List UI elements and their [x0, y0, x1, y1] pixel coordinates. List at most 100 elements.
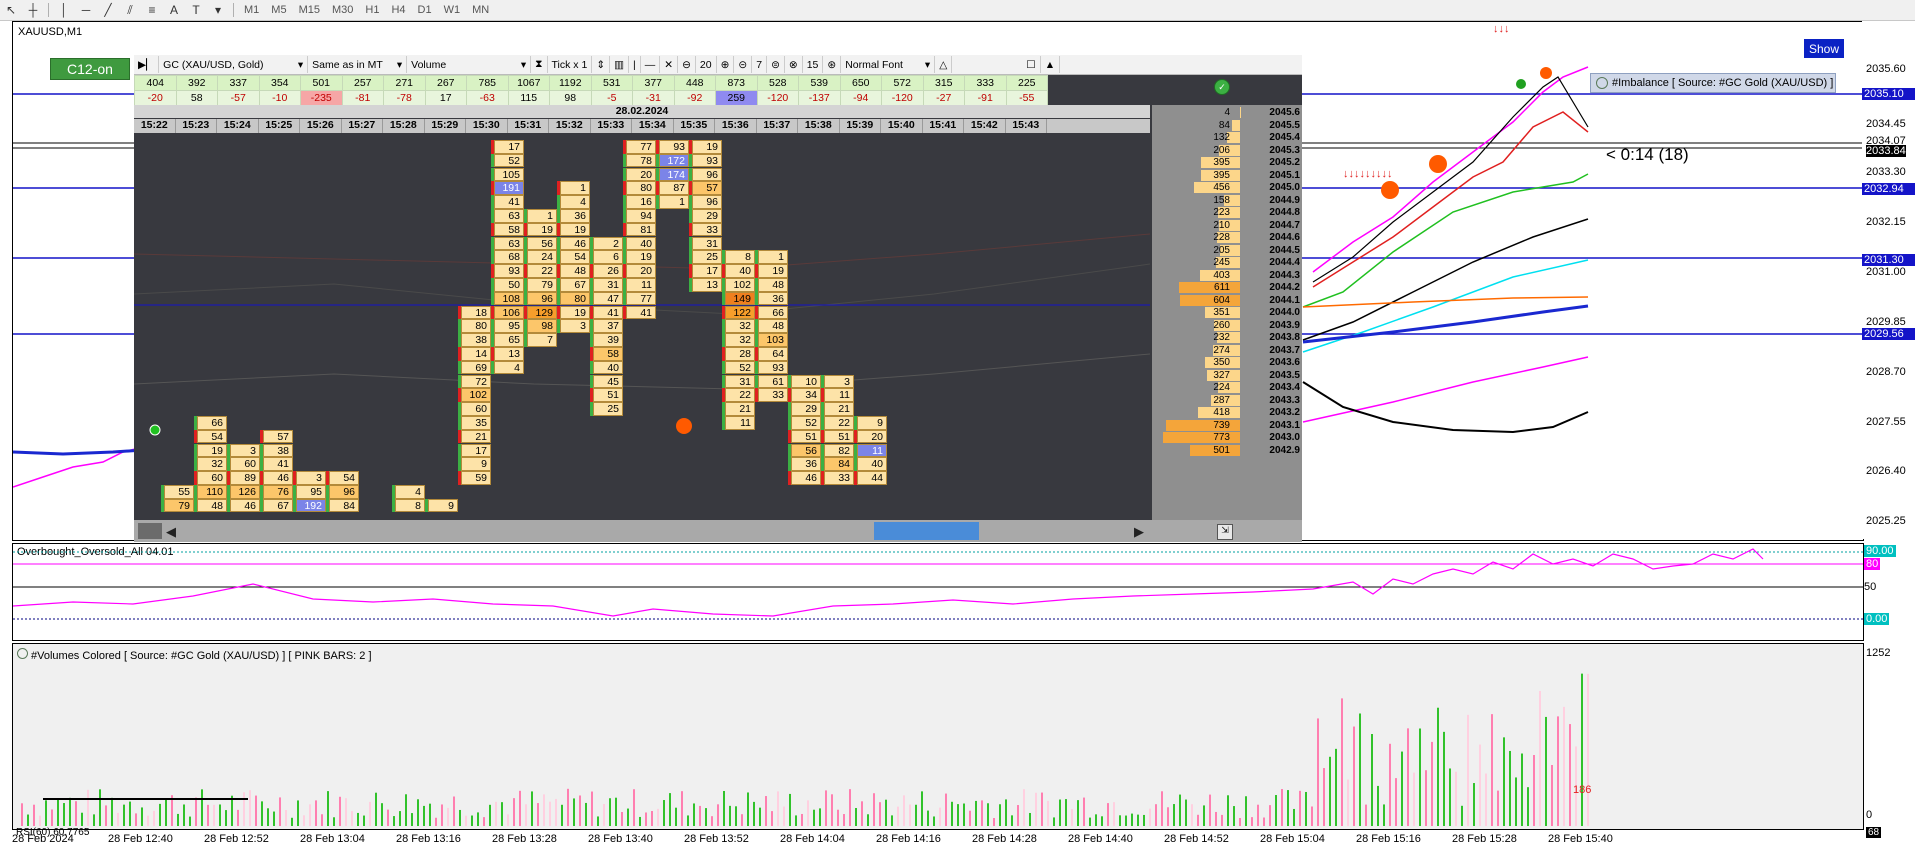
- volume-bar: [1233, 806, 1235, 826]
- step-up-icon[interactable]: ⊜: [767, 56, 785, 73]
- footprint-cell: 102: [461, 388, 491, 402]
- time-axis[interactable]: RSI(60) 60.7765 28 Feb 2024 28 Feb 12:40 2…: [12, 827, 1862, 854]
- footprint-panel[interactable]: ▶▏ GC (XAU/USD, Gold) ▾ Same as in MT ▾ Vo…: [134, 55, 1302, 542]
- font-select[interactable]: Normal Font ▾: [841, 56, 936, 73]
- mode-select[interactable]: Same as in MT ▾: [308, 56, 408, 73]
- collapse-icon[interactable]: ▲: [1041, 56, 1061, 73]
- hourglass-icon[interactable]: ⧗: [531, 56, 548, 73]
- profile-volume: 223: [1213, 207, 1230, 218]
- fibonacci-icon[interactable]: ≡: [141, 1, 163, 19]
- bar-chart-icon[interactable]: ▥: [610, 56, 630, 73]
- profile-volume: 260: [1213, 319, 1230, 331]
- maximize-icon[interactable]: ☐: [1022, 56, 1041, 73]
- c12-toggle-button[interactable]: C12-on: [50, 58, 130, 80]
- timeframe-h1[interactable]: H1: [359, 4, 385, 16]
- zoom-in-icon[interactable]: ⊕: [717, 56, 735, 73]
- volume-bar: [1263, 817, 1265, 826]
- delta-bar: [557, 305, 560, 320]
- profile-price: 2043.8: [1269, 332, 1300, 343]
- alert-icon[interactable]: △: [935, 56, 953, 73]
- delta-bar: [557, 181, 560, 195]
- footprint-cell: 84: [329, 498, 359, 513]
- minimize-icon[interactable]: —: [641, 56, 661, 73]
- profile-row: 132 2045.4: [1152, 132, 1302, 143]
- time-header-cell: 15:26: [300, 119, 342, 133]
- scroll-thumb[interactable]: [874, 522, 979, 540]
- volume-bar: [531, 791, 533, 826]
- volumes-panel[interactable]: #Volumes Colored [ Source: #GC Gold (XAU…: [12, 643, 1864, 830]
- timeframe-d1[interactable]: D1: [412, 4, 438, 16]
- chevron-down-icon: ▾: [924, 58, 931, 71]
- timeframe-m30[interactable]: M30: [326, 4, 359, 16]
- symbol-select-value: GC (XAU/USD, Gold): [163, 58, 264, 71]
- cursor-icon[interactable]: ↖: [0, 1, 22, 19]
- volume-bar: [1527, 787, 1529, 826]
- timeframe-m5[interactable]: M5: [265, 4, 292, 16]
- symbol-select[interactable]: GC (XAU/USD, Gold) ▾: [159, 56, 309, 73]
- delta-bar: [260, 429, 263, 444]
- play-icon[interactable]: ▶▏: [134, 56, 160, 73]
- volume-bar: [1377, 785, 1379, 826]
- volume-bar: [1479, 744, 1481, 826]
- ladder-icon[interactable]: ⊗: [785, 56, 803, 73]
- volume-bar: [1245, 796, 1247, 826]
- tick-select[interactable]: Tick x 1: [548, 56, 593, 73]
- timeframe-m15[interactable]: M15: [293, 4, 326, 16]
- footprint-cell: 36: [758, 291, 788, 306]
- footprint-cell: 6: [593, 250, 623, 264]
- oscillator-panel[interactable]: Overbought_Oversold_All 04.01: [12, 543, 1864, 641]
- footprint-cell: 17: [461, 443, 491, 458]
- delta-bar: [590, 291, 593, 306]
- volume-bar: [687, 815, 689, 826]
- total-volume-cell: 1192: [549, 75, 592, 91]
- volume-bar: [1455, 771, 1457, 826]
- vertical-line-icon[interactable]: │: [53, 1, 75, 19]
- timeframe-mn[interactable]: MN: [466, 4, 495, 16]
- delta-bar: [524, 291, 527, 306]
- shapes-dropdown-icon[interactable]: ▾: [207, 1, 229, 19]
- delta-bar: [557, 195, 560, 209]
- timeframe-m1[interactable]: M1: [238, 4, 265, 16]
- volume-select[interactable]: Volume ▾: [407, 56, 532, 73]
- volume-bar: [519, 790, 521, 826]
- timeframe-w1[interactable]: W1: [438, 4, 467, 16]
- profile-price: 2045.3: [1269, 144, 1300, 156]
- delta-bar: [491, 333, 494, 347]
- trendline-icon[interactable]: ╱: [97, 1, 119, 19]
- zoom-out-icon[interactable]: ⊖: [678, 56, 696, 73]
- volume-bar: [117, 812, 119, 826]
- delta-bar: [722, 402, 725, 416]
- footprint-grid[interactable]: 66 54 19 32 60 110 48 55 79 3 60 89 126 46 57 38 41 46 76 6…: [134, 134, 1150, 520]
- delta-bar: [788, 429, 791, 444]
- delta-bar: [425, 498, 428, 513]
- footprint-cell: 19: [527, 222, 557, 237]
- delta-bar: [689, 222, 692, 237]
- timeframe-h4[interactable]: H4: [385, 4, 411, 16]
- volume-bar: [1161, 791, 1163, 826]
- step-down-icon[interactable]: ⊝: [734, 56, 753, 73]
- volume-bar: [213, 804, 215, 826]
- scroll-left-icon[interactable]: ◀: [166, 524, 176, 540]
- footprint-cell: 102: [725, 278, 755, 292]
- crosshair-icon[interactable]: ┼: [22, 1, 44, 19]
- expand-icon[interactable]: ⇲: [1217, 524, 1233, 540]
- text-icon[interactable]: A: [163, 1, 185, 19]
- footprint-cell: 20: [626, 264, 656, 278]
- settings-icon[interactable]: ⊛: [823, 56, 842, 73]
- profile-price: 2044.0: [1269, 307, 1300, 318]
- volume-bar: [1059, 799, 1061, 826]
- channel-icon[interactable]: ⫽: [119, 1, 141, 19]
- close-icon[interactable]: ✕: [660, 56, 679, 73]
- calendar-icon[interactable]: [138, 523, 162, 539]
- horizontal-line-icon[interactable]: ─: [75, 1, 97, 19]
- footprint-scrollbar[interactable]: ◀ ▶ ⇲: [134, 520, 1302, 542]
- delta-bar: [491, 360, 494, 375]
- imbalance-indicator[interactable]: #Imbalance [ Source: #GC Gold (XAU/USD) …: [1590, 73, 1836, 93]
- profile-price: 2044.5: [1269, 244, 1300, 256]
- compress-icon[interactable]: ⇕: [592, 56, 611, 73]
- scroll-right-icon[interactable]: ▶: [1134, 524, 1144, 540]
- footprint-cell: 16: [626, 195, 656, 209]
- show-button[interactable]: Show: [1804, 39, 1844, 58]
- label-icon[interactable]: T: [185, 1, 207, 19]
- volume-bar: [381, 803, 383, 826]
